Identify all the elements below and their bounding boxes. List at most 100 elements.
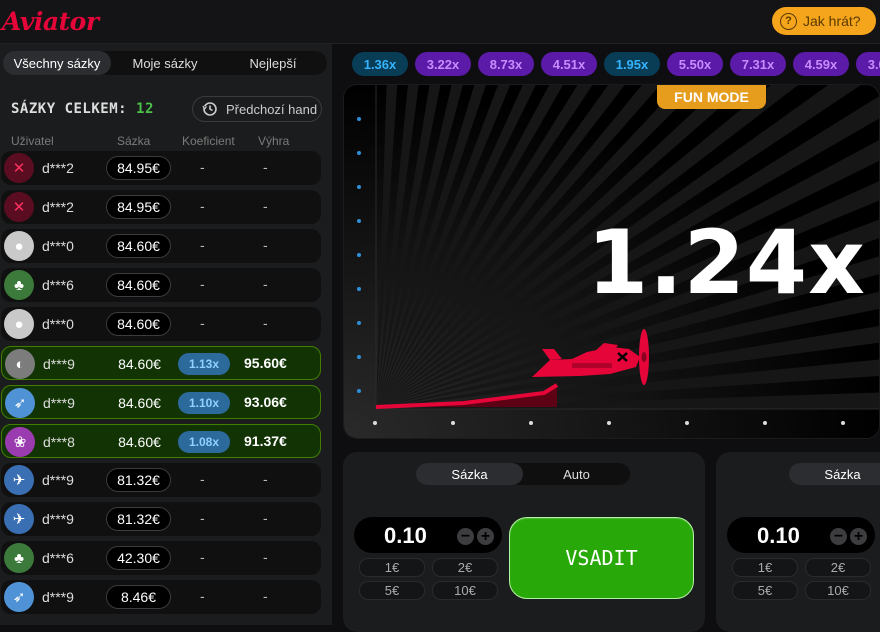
x-axis-dot — [685, 421, 689, 425]
bet-amount: 84.60€ — [106, 273, 171, 297]
bet-amount: 81.32€ — [106, 507, 171, 531]
question-icon: ? — [780, 12, 797, 30]
coefficient-empty: - — [200, 471, 205, 487]
bet-row: ➶ d***9 84.60€ 1.10x 93.06€ — [1, 385, 321, 419]
y-axis-dot — [357, 151, 361, 155]
history-multiplier[interactable]: 4.51x — [541, 52, 597, 76]
quick-stake-5-b[interactable]: 5€ — [732, 581, 798, 600]
quick-stake-5[interactable]: 5€ — [359, 581, 425, 600]
help-button[interactable]: ? Jak hrát? — [772, 7, 876, 35]
bets-panel: Všechny sázky Moje sázky Nejlepší SÁZKY … — [0, 44, 332, 625]
user-name: d***2 — [42, 199, 74, 215]
win-empty: - — [263, 549, 268, 565]
current-multiplier: 1.24x — [587, 211, 866, 314]
user-name: d***9 — [42, 472, 74, 488]
previous-hand-label: Předchozí hand — [226, 101, 318, 117]
avatar: ➶ — [4, 582, 34, 612]
win-empty: - — [263, 471, 268, 487]
win-empty: - — [263, 159, 268, 175]
user-name: d***9 — [42, 511, 74, 527]
x-axis-dot — [451, 421, 455, 425]
avatar: ❀ — [5, 427, 35, 457]
x-axis-dot — [607, 421, 611, 425]
tab-top[interactable]: Nejlepší — [219, 51, 327, 75]
x-axis-dot — [529, 421, 533, 425]
bet-row: ● d***0 84.60€ - - — [1, 307, 321, 341]
tab-bet[interactable]: Sázka — [416, 463, 523, 485]
col-user: Uživatel — [11, 134, 54, 148]
stake-value: 0.10 — [384, 523, 427, 548]
previous-hand-button[interactable]: Předchozí hand — [192, 96, 322, 122]
tab-bet-2[interactable]: Sázka — [789, 463, 880, 485]
bet-row: ♣ d***6 84.60€ - - — [1, 268, 321, 302]
win-empty: - — [263, 588, 268, 604]
bet-row: ❀ d***8 84.60€ 1.08x 91.37€ — [1, 424, 321, 458]
tab-auto[interactable]: Auto — [523, 463, 630, 485]
quick-stake-1[interactable]: 1€ — [359, 558, 425, 577]
plus-icon[interactable]: + — [850, 528, 867, 545]
place-bet-button[interactable]: VSADIT — [509, 517, 694, 599]
bet-row: ◐ d***9 84.60€ 1.13x 95.60€ — [1, 346, 321, 380]
history-multiplier[interactable]: 4.59x — [793, 52, 849, 76]
minus-icon[interactable]: − — [457, 528, 474, 545]
tab-my-bets[interactable]: Moje sázky — [111, 51, 219, 75]
multiplier-history: 1.36x 3.22x 8.73x 4.51x 1.95x 5.50x 7.31x 4.59x… — [352, 52, 880, 76]
bet-panel-2: Sázka 0.10 − + 1€ 2€ 5€ 10€ — [716, 452, 880, 632]
y-axis-dot — [357, 355, 361, 359]
y-axis-dot — [357, 287, 361, 291]
user-name: d***9 — [42, 589, 74, 605]
user-name: d***0 — [42, 316, 74, 332]
plus-icon[interactable]: + — [477, 528, 494, 545]
win-amount: 93.06€ — [244, 394, 287, 410]
quick-stake-10[interactable]: 10€ — [432, 581, 498, 600]
history-multiplier[interactable]: 1.36x — [352, 52, 408, 76]
avatar: ✈ — [4, 465, 34, 495]
stake-value-2: 0.10 — [757, 523, 800, 548]
win-empty: - — [263, 237, 268, 253]
col-win: Výhra — [258, 134, 290, 148]
history-multiplier[interactable]: 3.22x — [415, 52, 471, 76]
win-amount: 91.37€ — [244, 433, 287, 449]
avatar: ♣ — [4, 543, 34, 573]
user-name: d***6 — [42, 277, 74, 293]
bet-row: ● d***0 84.60€ - - — [1, 229, 321, 263]
bet-row: ✕ d***2 84.95€ - - — [1, 151, 321, 185]
user-name: d***9 — [43, 356, 75, 372]
user-name: d***9 — [43, 395, 75, 411]
avatar: ● — [4, 309, 34, 339]
user-name: d***2 — [42, 160, 74, 176]
tab-all-bets[interactable]: Všechny sázky — [3, 51, 111, 75]
user-name: d***6 — [42, 550, 74, 566]
minus-icon[interactable]: − — [830, 528, 847, 545]
history-multiplier[interactable]: 5.50x — [667, 52, 723, 76]
avatar: ● — [4, 231, 34, 261]
bet-amount: 81.32€ — [106, 468, 171, 492]
bet-row: ✈ d***9 81.32€ - - — [1, 463, 321, 497]
bet-amount: 8.46€ — [106, 585, 171, 609]
win-empty: - — [263, 198, 268, 214]
history-multiplier[interactable]: 8.73x — [478, 52, 534, 76]
stake-input-2[interactable]: 0.10 − + — [727, 517, 875, 553]
quick-stake-10-b[interactable]: 10€ — [805, 581, 871, 600]
avatar: ♣ — [4, 270, 34, 300]
bet-row: ✈ d***9 81.32€ - - — [1, 502, 321, 536]
fun-mode-badge: FUN MODE — [657, 85, 766, 109]
quick-stake-1-b[interactable]: 1€ — [732, 558, 798, 577]
coefficient-empty: - — [200, 315, 205, 331]
avatar: ➶ — [5, 388, 35, 418]
win-empty: - — [263, 510, 268, 526]
history-multiplier[interactable]: 7.31x — [730, 52, 786, 76]
history-multiplier[interactable]: 3.02x — [856, 52, 880, 76]
quick-stake-2[interactable]: 2€ — [432, 558, 498, 577]
bet-row: ♣ d***6 42.30€ - - — [1, 541, 321, 575]
stake-input[interactable]: 0.10 − + — [354, 517, 502, 553]
bet-amount: 84.95€ — [106, 195, 171, 219]
col-coef: Koeficient — [182, 134, 235, 148]
total-bets-label: SÁZKY CELKEM: — [11, 101, 128, 117]
bet-amount: 84.60€ — [118, 356, 161, 372]
history-multiplier[interactable]: 1.95x — [604, 52, 660, 76]
user-name: d***0 — [42, 238, 74, 254]
game-canvas: FUN MODE 1.24x — [343, 84, 880, 439]
coefficient-empty: - — [200, 237, 205, 253]
quick-stake-2-b[interactable]: 2€ — [805, 558, 871, 577]
